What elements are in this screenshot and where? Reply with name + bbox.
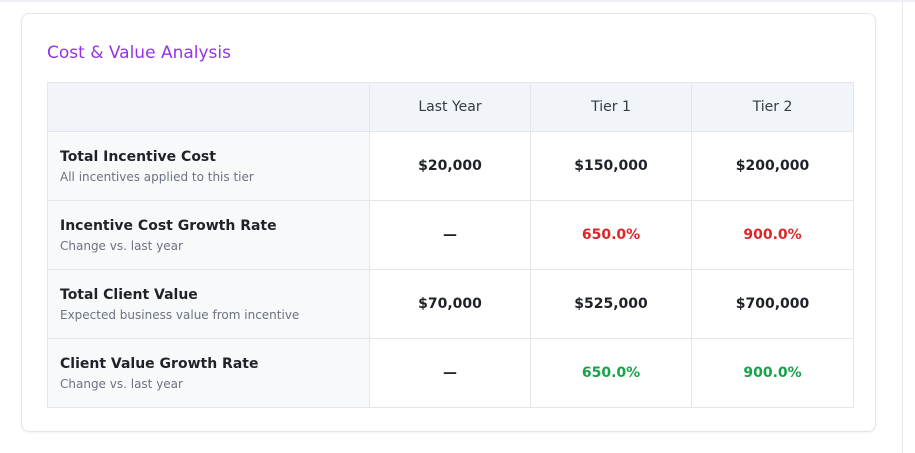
header-tier-1: Tier 1	[530, 82, 692, 132]
value-tier-2: 900.0%	[691, 338, 854, 408]
metric-description: Change vs. last year	[60, 238, 183, 253]
cost-value-card: Cost & Value Analysis Last Year Tier 1 T…	[21, 13, 876, 432]
table-row: Incentive Cost Growth Rate Change vs. la…	[47, 200, 854, 270]
analysis-table: Last Year Tier 1 Tier 2 Total Incentive …	[47, 82, 854, 408]
value-tier-1: $525,000	[530, 269, 692, 339]
metric-description: All incentives applied to this tier	[60, 169, 254, 184]
metric-label-cell: Total Incentive Cost All incentives appl…	[47, 131, 370, 201]
value-tier-2: $700,000	[691, 269, 854, 339]
value-last-year: $20,000	[369, 131, 531, 201]
metric-label-cell: Client Value Growth Rate Change vs. last…	[47, 338, 370, 408]
value-last-year: —	[369, 338, 531, 408]
top-divider	[0, 0, 915, 2]
value-last-year: $70,000	[369, 269, 531, 339]
metric-name: Incentive Cost Growth Rate	[60, 217, 277, 234]
header-last-year: Last Year	[369, 82, 531, 132]
header-metric	[47, 82, 370, 132]
header-tier-2: Tier 2	[691, 82, 854, 132]
value-tier-1: 650.0%	[530, 338, 692, 408]
value-tier-1: $150,000	[530, 131, 692, 201]
value-tier-1: 650.0%	[530, 200, 692, 270]
metric-label-cell: Incentive Cost Growth Rate Change vs. la…	[47, 200, 370, 270]
value-tier-2: 900.0%	[691, 200, 854, 270]
metric-name: Total Client Value	[60, 286, 198, 303]
card-title: Cost & Value Analysis	[47, 43, 231, 63]
table-row: Client Value Growth Rate Change vs. last…	[47, 338, 854, 408]
table-row: Total Client Value Expected business val…	[47, 269, 854, 339]
metric-name: Total Incentive Cost	[60, 148, 216, 165]
table-header-row: Last Year Tier 1 Tier 2	[47, 82, 854, 132]
value-tier-2: $200,000	[691, 131, 854, 201]
scrollbar-track[interactable]	[902, 0, 903, 453]
value-last-year: —	[369, 200, 531, 270]
metric-label-cell: Total Client Value Expected business val…	[47, 269, 370, 339]
metric-description: Change vs. last year	[60, 376, 183, 391]
metric-name: Client Value Growth Rate	[60, 355, 259, 372]
table-row: Total Incentive Cost All incentives appl…	[47, 131, 854, 201]
metric-description: Expected business value from incentive	[60, 307, 300, 322]
